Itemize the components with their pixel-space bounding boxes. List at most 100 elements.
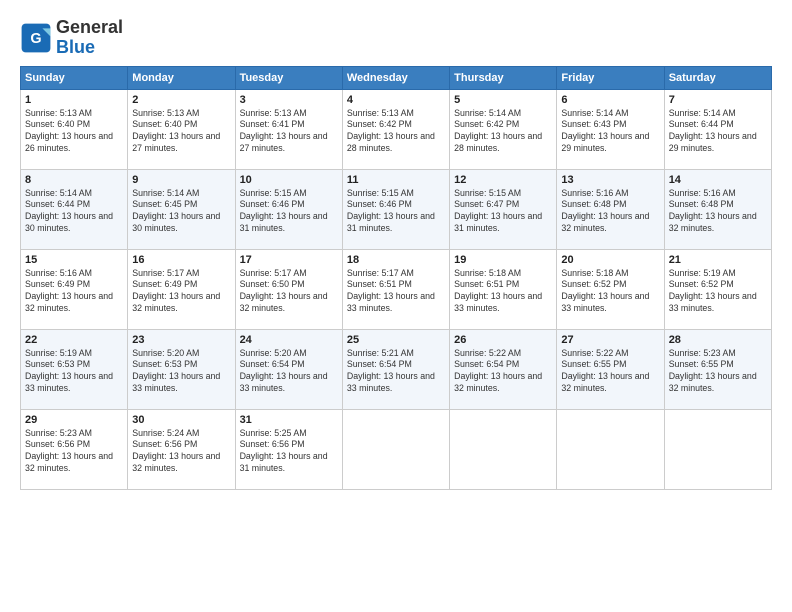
calendar-cell: 27 Sunrise: 5:22 AMSunset: 6:55 PMDayligh… [557,329,664,409]
day-number: 2 [132,94,230,106]
calendar-cell: 4 Sunrise: 5:13 AMSunset: 6:42 PMDaylight… [342,89,449,169]
day-number: 15 [25,254,123,266]
calendar-cell: 28 Sunrise: 5:23 AMSunset: 6:55 PMDayligh… [664,329,771,409]
day-number: 19 [454,254,552,266]
calendar-cell: 12Sunrise: 5:15 AMSunset: 6:47 PMDayligh… [450,169,557,249]
day-number: 21 [669,254,767,266]
day-info: Sunrise: 5:13 AMSunset: 6:40 PMDaylight:… [25,108,123,156]
logo-text: GeneralBlue [56,18,123,58]
calendar-cell: 15 Sunrise: 5:16 AMSunset: 6:49 PMDayligh… [21,249,128,329]
day-number: 3 [240,94,338,106]
calendar-table: SundayMondayTuesdayWednesdayThursdayFrid… [20,66,772,490]
calendar-cell: 22 Sunrise: 5:19 AMSunset: 6:53 PMDayligh… [21,329,128,409]
day-info: Sunrise: 5:17 AMSunset: 6:49 PMDaylight:… [132,268,230,316]
day-number: 10 [240,174,338,186]
calendar-week-row: 15 Sunrise: 5:16 AMSunset: 6:49 PMDayligh… [21,249,772,329]
day-info: Sunrise: 5:25 AMSunset: 6:56 PMDaylight:… [240,428,338,476]
weekday-header-sunday: Sunday [21,66,128,89]
day-info: Sunrise: 5:22 AMSunset: 6:55 PMDaylight:… [561,348,659,396]
day-info: Sunrise: 5:16 AMSunset: 6:49 PMDaylight:… [25,268,123,316]
day-info: Sunrise: 5:13 AMSunset: 6:41 PMDaylight:… [240,108,338,156]
calendar-cell: 1 Sunrise: 5:13 AMSunset: 6:40 PMDaylight… [21,89,128,169]
day-info: Sunrise: 5:18 AMSunset: 6:51 PMDaylight:… [454,268,552,316]
day-info: Sunrise: 5:14 AMSunset: 6:42 PMDaylight:… [454,108,552,156]
day-info: Sunrise: 5:24 AMSunset: 6:56 PMDaylight:… [132,428,230,476]
day-number: 5 [454,94,552,106]
page: G GeneralBlue SundayMondayTuesdayWednesd… [0,0,792,612]
calendar-cell: 24Sunrise: 5:20 AMSunset: 6:54 PMDayligh… [235,329,342,409]
calendar-cell: 6 Sunrise: 5:14 AMSunset: 6:43 PMDaylight… [557,89,664,169]
svg-text:G: G [30,31,41,47]
day-info: Sunrise: 5:14 AMSunset: 6:45 PMDaylight:… [132,188,230,236]
weekday-header-saturday: Saturday [664,66,771,89]
calendar-week-row: 1 Sunrise: 5:13 AMSunset: 6:40 PMDaylight… [21,89,772,169]
calendar-cell: 9 Sunrise: 5:14 AMSunset: 6:45 PMDaylight… [128,169,235,249]
calendar-cell [664,409,771,489]
day-number: 28 [669,334,767,346]
calendar-cell: 17 Sunrise: 5:17 AMSunset: 6:50 PMDayligh… [235,249,342,329]
calendar-cell [342,409,449,489]
day-number: 11 [347,174,445,186]
day-number: 27 [561,334,659,346]
weekday-header-row: SundayMondayTuesdayWednesdayThursdayFrid… [21,66,772,89]
calendar-cell [450,409,557,489]
calendar-cell: 30 Sunrise: 5:24 AMSunset: 6:56 PMDayligh… [128,409,235,489]
calendar-cell: 23 Sunrise: 5:20 AMSunset: 6:53 PMDayligh… [128,329,235,409]
day-number: 17 [240,254,338,266]
day-number: 1 [25,94,123,106]
header: G GeneralBlue [20,18,772,58]
day-info: Sunrise: 5:17 AMSunset: 6:50 PMDaylight:… [240,268,338,316]
day-info: Sunrise: 5:19 AMSunset: 6:52 PMDaylight:… [669,268,767,316]
day-number: 20 [561,254,659,266]
day-number: 26 [454,334,552,346]
weekday-header-monday: Monday [128,66,235,89]
day-info: Sunrise: 5:14 AMSunset: 6:43 PMDaylight:… [561,108,659,156]
day-info: Sunrise: 5:16 AMSunset: 6:48 PMDaylight:… [561,188,659,236]
day-info: Sunrise: 5:20 AMSunset: 6:53 PMDaylight:… [132,348,230,396]
calendar-cell: 18Sunrise: 5:17 AMSunset: 6:51 PMDayligh… [342,249,449,329]
day-number: 30 [132,414,230,426]
day-info: Sunrise: 5:22 AMSunset: 6:54 PMDaylight:… [454,348,552,396]
day-number: 18 [347,254,445,266]
logo-icon: G [20,22,52,54]
day-number: 23 [132,334,230,346]
day-number: 13 [561,174,659,186]
day-number: 25 [347,334,445,346]
calendar-cell: 5 Sunrise: 5:14 AMSunset: 6:42 PMDaylight… [450,89,557,169]
calendar-cell: 7Sunrise: 5:14 AMSunset: 6:44 PMDaylight… [664,89,771,169]
calendar-week-row: 29Sunrise: 5:23 AMSunset: 6:56 PMDayligh… [21,409,772,489]
calendar-cell: 25 Sunrise: 5:21 AMSunset: 6:54 PMDayligh… [342,329,449,409]
weekday-header-tuesday: Tuesday [235,66,342,89]
calendar-cell: 26 Sunrise: 5:22 AMSunset: 6:54 PMDayligh… [450,329,557,409]
calendar-cell: 8Sunrise: 5:14 AMSunset: 6:44 PMDaylight… [21,169,128,249]
calendar-cell: 11Sunrise: 5:15 AMSunset: 6:46 PMDayligh… [342,169,449,249]
day-number: 31 [240,414,338,426]
calendar-cell: 19 Sunrise: 5:18 AMSunset: 6:51 PMDayligh… [450,249,557,329]
calendar-cell [557,409,664,489]
day-info: Sunrise: 5:13 AMSunset: 6:42 PMDaylight:… [347,108,445,156]
weekday-header-wednesday: Wednesday [342,66,449,89]
day-number: 9 [132,174,230,186]
calendar-cell: 16 Sunrise: 5:17 AMSunset: 6:49 PMDayligh… [128,249,235,329]
calendar-cell: 20 Sunrise: 5:18 AMSunset: 6:52 PMDayligh… [557,249,664,329]
day-info: Sunrise: 5:19 AMSunset: 6:53 PMDaylight:… [25,348,123,396]
day-number: 14 [669,174,767,186]
calendar-cell: 21 Sunrise: 5:19 AMSunset: 6:52 PMDayligh… [664,249,771,329]
day-number: 6 [561,94,659,106]
calendar-cell: 2 Sunrise: 5:13 AMSunset: 6:40 PMDaylight… [128,89,235,169]
day-number: 22 [25,334,123,346]
day-info: Sunrise: 5:21 AMSunset: 6:54 PMDaylight:… [347,348,445,396]
day-number: 16 [132,254,230,266]
day-info: Sunrise: 5:18 AMSunset: 6:52 PMDaylight:… [561,268,659,316]
day-number: 4 [347,94,445,106]
calendar-cell: 10Sunrise: 5:15 AMSunset: 6:46 PMDayligh… [235,169,342,249]
calendar-cell: 14 Sunrise: 5:16 AMSunset: 6:48 PMDayligh… [664,169,771,249]
day-info: Sunrise: 5:16 AMSunset: 6:48 PMDaylight:… [669,188,767,236]
day-info: Sunrise: 5:23 AMSunset: 6:55 PMDaylight:… [669,348,767,396]
calendar-cell: 29Sunrise: 5:23 AMSunset: 6:56 PMDayligh… [21,409,128,489]
calendar-week-row: 22 Sunrise: 5:19 AMSunset: 6:53 PMDayligh… [21,329,772,409]
weekday-header-thursday: Thursday [450,66,557,89]
day-info: Sunrise: 5:13 AMSunset: 6:40 PMDaylight:… [132,108,230,156]
weekday-header-friday: Friday [557,66,664,89]
day-number: 29 [25,414,123,426]
